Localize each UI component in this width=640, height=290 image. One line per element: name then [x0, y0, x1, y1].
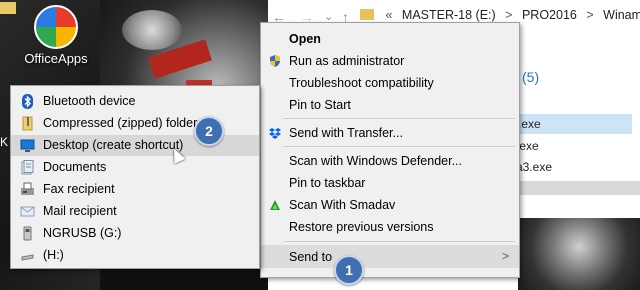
group-header-band [516, 181, 640, 195]
mail-icon [20, 204, 36, 219]
send-to-mail-recipient[interactable]: Mail recipient [11, 201, 259, 222]
menu-item-label: Pin to Start [289, 98, 351, 112]
desktop-icon [20, 138, 36, 153]
context-menu: Open Run as administrator Troubleshoot c… [260, 22, 520, 278]
menu-item-label: Open [289, 32, 321, 46]
send-to-ngrusb-drive[interactable]: NGRUSB (G:) [11, 223, 259, 244]
officeapps-desktop-icon[interactable]: OfficeApps [18, 5, 94, 66]
submenu-chevron-icon: > [501, 249, 509, 263]
usb-drive-icon [20, 226, 36, 241]
file-row-selected[interactable]: .exe [516, 114, 632, 134]
menu-divider [283, 146, 515, 147]
breadcrumb-separator[interactable]: > [505, 8, 512, 22]
menu-item-open[interactable]: Open [261, 28, 519, 50]
menu-divider [283, 241, 515, 242]
drive-icon [20, 248, 36, 263]
folder-icon [360, 9, 374, 20]
menu-item-send-to[interactable]: Send to > [261, 245, 519, 268]
menu-item-label: Pin to taskbar [289, 176, 366, 190]
file-name: a3.exe [516, 160, 553, 174]
menu-item-troubleshoot[interactable]: Troubleshoot compatibility [261, 72, 519, 94]
breadcrumb-drive[interactable]: MASTER-18 (E:) [402, 8, 496, 22]
step-badge-1: 1 [334, 255, 364, 285]
overflow-chevron[interactable]: « [385, 8, 392, 22]
menu-divider [283, 118, 515, 119]
address-bar[interactable]: « MASTER-18 (E:) > PRO2016 > Winamp3 [360, 8, 640, 22]
menu-item-label: Run as administrator [289, 54, 405, 68]
wallpaper-detail [518, 218, 640, 290]
submenu-item-label: Desktop (create shortcut) [43, 138, 184, 152]
folder-icon[interactable] [0, 2, 16, 14]
step-badge-2: 2 [194, 116, 224, 146]
submenu-item-label: Bluetooth device [43, 94, 136, 108]
documents-icon [20, 160, 36, 175]
menu-item-scan-smadav[interactable]: Scan With Smadav [261, 194, 519, 216]
wallpaper-detail [122, 10, 182, 50]
send-to-submenu: Bluetooth device Compressed (zipped) fol… [10, 85, 260, 269]
zip-folder-icon [20, 116, 36, 131]
send-to-bluetooth[interactable]: Bluetooth device [11, 91, 259, 112]
breadcrumb-separator[interactable]: > [586, 8, 593, 22]
file-name: .exe [518, 117, 541, 131]
send-to-h-drive[interactable]: (H:) [11, 245, 259, 266]
menu-item-label: Scan With Smadav [289, 198, 396, 212]
send-to-documents[interactable]: Documents [11, 157, 259, 178]
menu-item-pin-to-start[interactable]: Pin to Start [261, 94, 519, 116]
item-count: (5) [522, 69, 540, 85]
smadav-icon [268, 198, 282, 212]
shield-icon [268, 54, 282, 68]
desktop-edge-label: K [0, 135, 9, 149]
submenu-item-label: Documents [43, 160, 107, 174]
breadcrumb-folder[interactable]: PRO2016 [522, 8, 577, 22]
submenu-item-label: (H:) [43, 248, 64, 262]
menu-item-label: Restore previous versions [289, 220, 434, 234]
office-logo-icon [34, 5, 78, 49]
menu-item-label: Send with Transfer... [289, 126, 403, 140]
menu-item-pin-to-taskbar[interactable]: Pin to taskbar [261, 172, 519, 194]
menu-item-run-as-administrator[interactable]: Run as administrator [261, 50, 519, 72]
menu-item-send-with-transfer[interactable]: Send with Transfer... [261, 122, 519, 144]
submenu-item-label: NGRUSB (G:) [43, 226, 122, 240]
desktop-icon-label: OfficeApps [24, 51, 88, 66]
dropbox-icon [268, 126, 282, 140]
bluetooth-icon [20, 94, 36, 109]
submenu-item-label: Compressed (zipped) folder [43, 116, 198, 130]
breadcrumb-current[interactable]: Winamp3 [603, 8, 640, 22]
fax-icon [20, 182, 36, 197]
file-row[interactable]: a3.exe [516, 160, 552, 174]
menu-item-scan-defender[interactable]: Scan with Windows Defender... [261, 150, 519, 172]
menu-item-label: Send to [289, 250, 333, 264]
submenu-item-label: Fax recipient [43, 182, 115, 196]
send-to-fax-recipient[interactable]: Fax recipient [11, 179, 259, 200]
submenu-item-label: Mail recipient [43, 204, 117, 218]
menu-item-label: Troubleshoot compatibility [289, 76, 434, 90]
menu-item-label: Scan with Windows Defender... [289, 154, 462, 168]
menu-item-restore-versions[interactable]: Restore previous versions [261, 216, 519, 238]
